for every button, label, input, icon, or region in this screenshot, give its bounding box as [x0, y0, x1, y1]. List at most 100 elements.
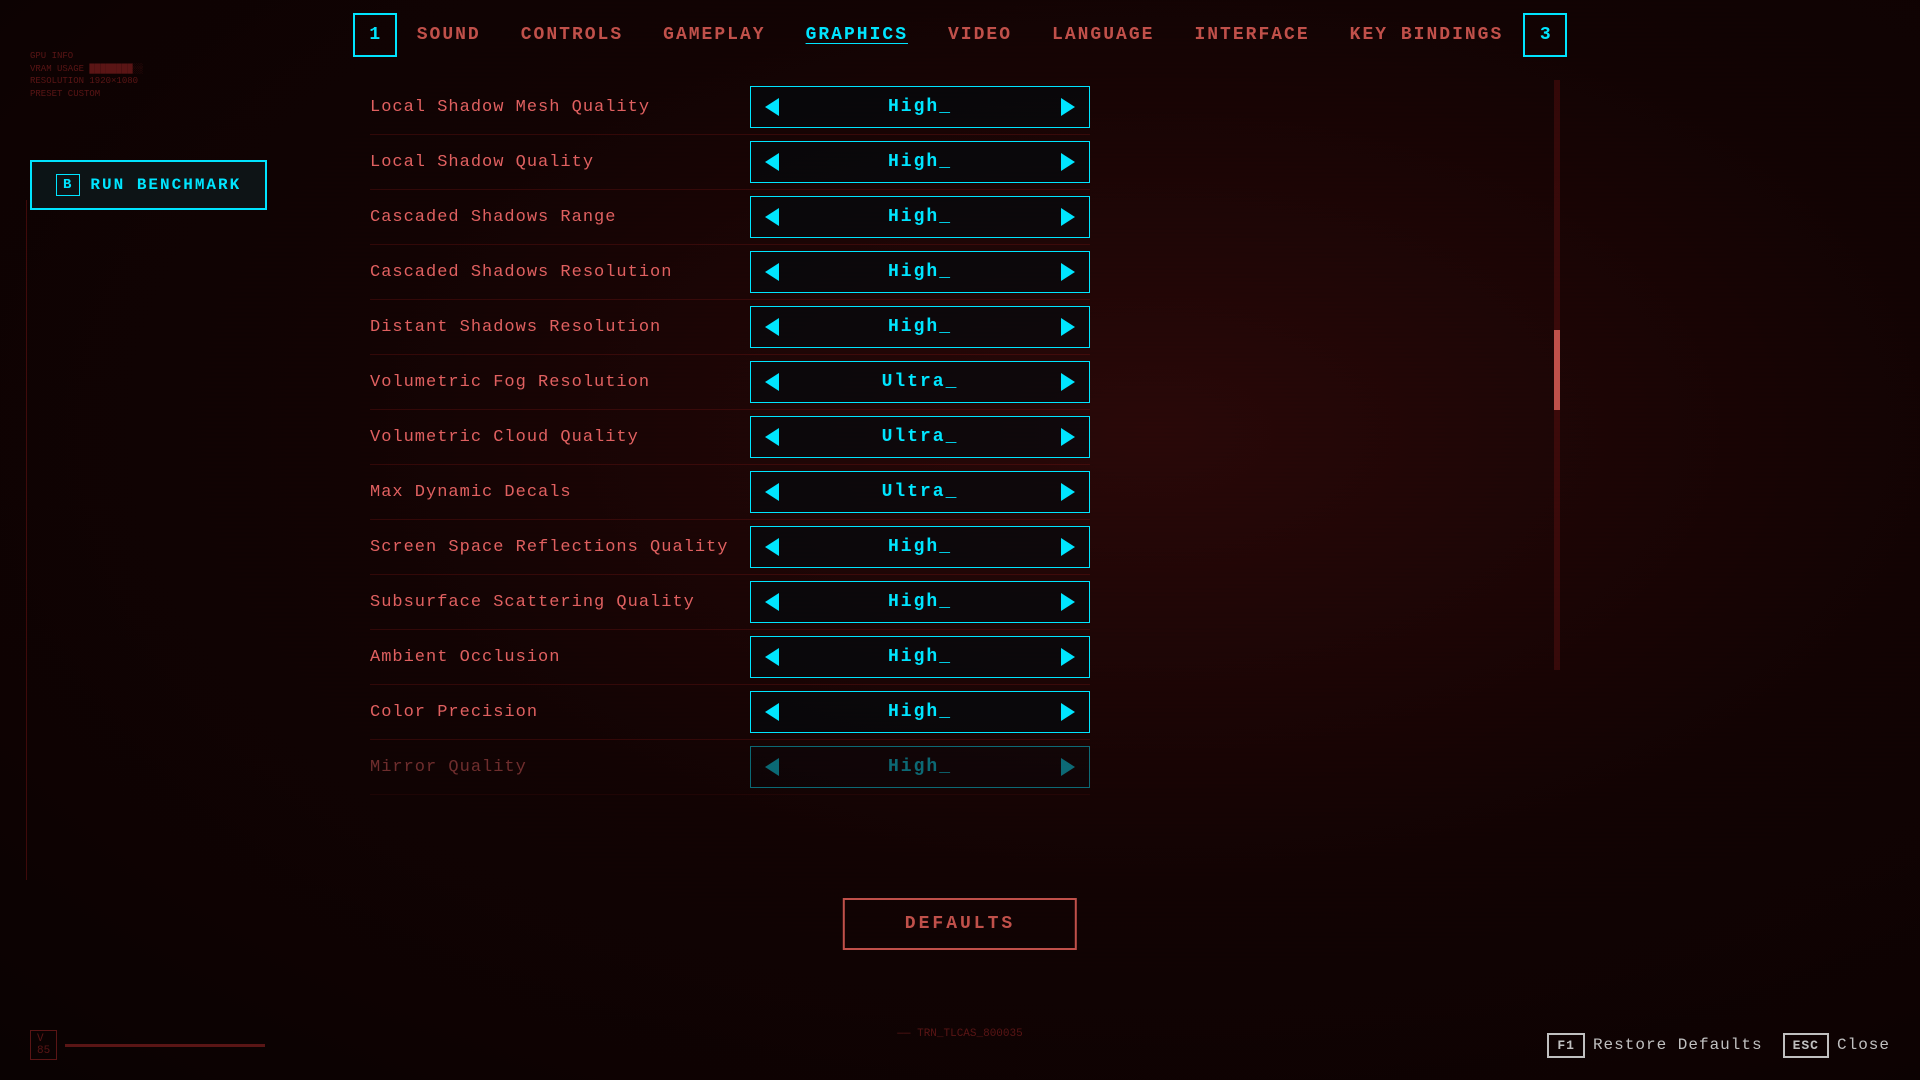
version-bar — [65, 1044, 265, 1047]
scrollbar[interactable] — [1554, 80, 1560, 670]
setting-prev-screen-space-reflections[interactable] — [751, 527, 793, 567]
nav-item-keybindings[interactable]: KEY BINDINGS — [1350, 25, 1504, 45]
arrow-left-icon-subsurface-scattering — [765, 593, 779, 611]
version-box: V 85 — [30, 1030, 57, 1060]
setting-label-mirror-quality: Mirror Quality — [370, 758, 750, 777]
setting-next-local-shadow[interactable] — [1047, 142, 1089, 182]
setting-next-max-dynamic-decals[interactable] — [1047, 472, 1089, 512]
run-benchmark-button[interactable]: B RUN BENCHMARK — [30, 160, 267, 210]
nav-item-video[interactable]: VIDEO — [948, 25, 1012, 45]
arrow-left-icon-color-precision — [765, 703, 779, 721]
setting-control-cascaded-shadows-res: High — [750, 251, 1090, 293]
arrow-right-icon-cascaded-shadows-res — [1061, 263, 1075, 281]
restore-label: Restore Defaults — [1593, 1036, 1763, 1054]
setting-value-distant-shadows-res: High — [793, 317, 1047, 337]
setting-row-distant-shadows-res: Distant Shadows Resolution High — [370, 300, 1090, 355]
nav-item-sound[interactable]: SOUND — [417, 25, 481, 45]
setting-label-local-shadow: Local Shadow Quality — [370, 153, 750, 172]
setting-row-volumetric-cloud: Volumetric Cloud QualityUltra — [370, 410, 1090, 465]
setting-prev-local-shadow-mesh[interactable] — [751, 87, 793, 127]
close-key: ESC — [1783, 1033, 1829, 1058]
nav-badge-right: 3 — [1523, 13, 1567, 57]
setting-prev-volumetric-fog[interactable] — [751, 362, 793, 402]
setting-value-mirror-quality: High — [793, 757, 1047, 777]
arrow-left-icon-screen-space-reflections — [765, 538, 779, 556]
setting-label-volumetric-cloud: Volumetric Cloud Quality — [370, 428, 750, 447]
setting-row-subsurface-scattering: Subsurface Scattering QualityHigh — [370, 575, 1090, 630]
setting-label-screen-space-reflections: Screen Space Reflections Quality — [370, 538, 750, 557]
arrow-left-icon-distant-shadows-res — [765, 318, 779, 336]
setting-control-max-dynamic-decals: Ultra — [750, 471, 1090, 513]
close-action[interactable]: ESC Close — [1783, 1033, 1890, 1058]
bottom-bar: V 85 —— TRN_TLCAS_800035 F1 Restore Defa… — [30, 1030, 1890, 1060]
arrow-left-icon-cascaded-shadows-range — [765, 208, 779, 226]
setting-next-ambient-occlusion[interactable] — [1047, 637, 1089, 677]
version-label: V — [37, 1033, 44, 1045]
arrow-left-icon-cascaded-shadows-res — [765, 263, 779, 281]
setting-prev-cascaded-shadows-res[interactable] — [751, 252, 793, 292]
arrow-right-icon-local-shadow — [1061, 153, 1075, 171]
setting-next-subsurface-scattering[interactable] — [1047, 582, 1089, 622]
setting-value-color-precision: High — [793, 702, 1047, 722]
system-info: GPU INFO VRAM USAGE ████████░░ RESOLUTIO… — [30, 50, 330, 100]
setting-next-volumetric-fog[interactable] — [1047, 362, 1089, 402]
setting-label-max-dynamic-decals: Max Dynamic Decals — [370, 483, 750, 502]
setting-control-local-shadow-mesh: High — [750, 86, 1090, 128]
setting-next-volumetric-cloud[interactable] — [1047, 417, 1089, 457]
setting-next-screen-space-reflections[interactable] — [1047, 527, 1089, 567]
setting-next-color-precision[interactable] — [1047, 692, 1089, 732]
arrow-right-icon-screen-space-reflections — [1061, 538, 1075, 556]
main-container: 1 SOUND CONTROLS GAMEPLAY GRAPHICS VIDEO LANG… — [0, 0, 1920, 1080]
arrow-left-icon-local-shadow — [765, 153, 779, 171]
arrow-right-icon-ambient-occlusion — [1061, 648, 1075, 666]
scrollbar-thumb[interactable] — [1554, 330, 1560, 410]
arrow-right-icon-color-precision — [1061, 703, 1075, 721]
nav-item-language[interactable]: LANGUAGE — [1052, 25, 1154, 45]
setting-prev-ambient-occlusion[interactable] — [751, 637, 793, 677]
version-info: V 85 — [30, 1030, 265, 1060]
setting-value-local-shadow: High — [793, 152, 1047, 172]
arrow-left-icon-ambient-occlusion — [765, 648, 779, 666]
build-info-text: TRN_TLCAS_800035 — [917, 1028, 1023, 1040]
defaults-button[interactable]: DEFAULTS — [843, 898, 1077, 950]
nav-item-graphics[interactable]: GRAPHICS — [806, 25, 908, 45]
nav-item-interface[interactable]: INTERFACE — [1194, 25, 1309, 45]
setting-next-mirror-quality[interactable] — [1047, 747, 1089, 787]
setting-label-ambient-occlusion: Ambient Occlusion — [370, 648, 750, 667]
setting-next-local-shadow-mesh[interactable] — [1047, 87, 1089, 127]
setting-prev-volumetric-cloud[interactable] — [751, 417, 793, 457]
arrow-left-icon-volumetric-fog — [765, 373, 779, 391]
setting-prev-color-precision[interactable] — [751, 692, 793, 732]
setting-prev-local-shadow[interactable] — [751, 142, 793, 182]
arrow-right-icon-volumetric-cloud — [1061, 428, 1075, 446]
nav-item-gameplay[interactable]: GAMEPLAY — [663, 25, 765, 45]
arrow-right-icon-local-shadow-mesh — [1061, 98, 1075, 116]
nav-badge-left: 1 — [353, 13, 397, 57]
setting-prev-cascaded-shadows-range[interactable] — [751, 197, 793, 237]
restore-defaults-action[interactable]: F1 Restore Defaults — [1547, 1033, 1762, 1058]
setting-control-color-precision: High — [750, 691, 1090, 733]
setting-next-cascaded-shadows-range[interactable] — [1047, 197, 1089, 237]
left-decoration — [20, 200, 35, 880]
setting-control-local-shadow: High — [750, 141, 1090, 183]
setting-value-local-shadow-mesh: High — [793, 97, 1047, 117]
setting-next-distant-shadows-res[interactable] — [1047, 307, 1089, 347]
setting-prev-mirror-quality[interactable] — [751, 747, 793, 787]
setting-row-volumetric-fog: Volumetric Fog ResolutionUltra — [370, 355, 1090, 410]
setting-value-max-dynamic-decals: Ultra — [793, 482, 1047, 502]
setting-row-ambient-occlusion: Ambient OcclusionHigh — [370, 630, 1090, 685]
arrow-right-icon-subsurface-scattering — [1061, 593, 1075, 611]
benchmark-key: B — [56, 174, 80, 196]
setting-label-distant-shadows-res: Distant Shadows Resolution — [370, 318, 750, 337]
left-panel: GPU INFO VRAM USAGE ████████░░ RESOLUTIO… — [30, 50, 330, 210]
setting-label-cascaded-shadows-res: Cascaded Shadows Resolution — [370, 263, 750, 282]
setting-label-volumetric-fog: Volumetric Fog Resolution — [370, 373, 750, 392]
nav-item-controls[interactable]: CONTROLS — [521, 25, 623, 45]
settings-panel: Local Shadow Mesh QualityHighLocal Shado… — [370, 80, 1090, 795]
setting-prev-distant-shadows-res[interactable] — [751, 307, 793, 347]
setting-prev-max-dynamic-decals[interactable] — [751, 472, 793, 512]
setting-next-cascaded-shadows-res[interactable] — [1047, 252, 1089, 292]
setting-control-subsurface-scattering: High — [750, 581, 1090, 623]
setting-row-cascaded-shadows-range: Cascaded Shadows RangeHigh — [370, 190, 1090, 245]
setting-prev-subsurface-scattering[interactable] — [751, 582, 793, 622]
